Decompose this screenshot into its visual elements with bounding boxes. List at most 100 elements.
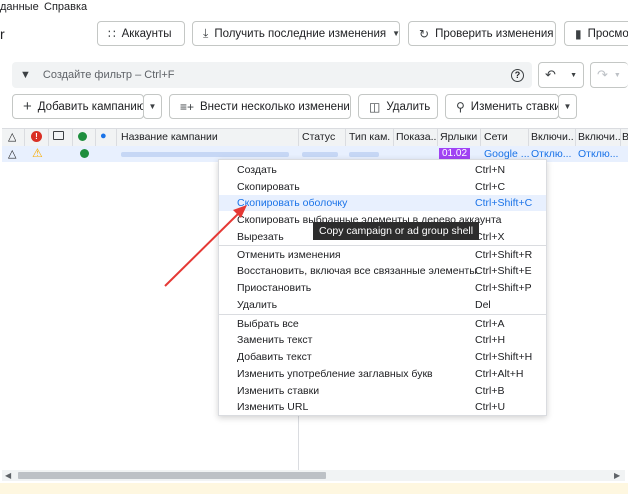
col-enabled-2[interactable]: Включи... [578, 131, 620, 143]
grid-icon: ∷ [108, 26, 116, 41]
accounts-label: Аккаунты [121, 27, 172, 40]
grid-header: △ ! ● Название кампании Статус Тип кам..… [2, 128, 628, 147]
menu-item-label: Добавить текст [237, 351, 312, 363]
menu-help[interactable]: Справка [44, 1, 87, 13]
menu-item-change-url[interactable]: Изменить URL Ctrl+U [219, 399, 546, 415]
menu-item-pause[interactable]: Приостановить Ctrl+Shift+P [219, 280, 546, 296]
menu-item-label: Изменить ставки [237, 385, 320, 397]
chevron-down-icon: ▼ [148, 102, 157, 111]
check-changes-button[interactable]: ↻ Проверить изменения [408, 21, 556, 46]
menu-item-revert[interactable]: Отменить изменения Ctrl+Shift+R [219, 247, 546, 263]
comment-icon[interactable] [53, 131, 64, 140]
status-footer [0, 483, 628, 494]
col-networks[interactable]: Сети [484, 131, 526, 143]
status-dot-icon[interactable] [78, 132, 87, 141]
app-title-fragment: r [0, 26, 5, 42]
triangle-icon[interactable]: △ [8, 147, 16, 160]
chevron-down-icon: ▼ [563, 102, 572, 111]
add-campaign-button[interactable]: + Добавить кампанию [12, 94, 144, 119]
scrollbar-thumb[interactable] [18, 472, 326, 479]
filter-icon: ▼ [20, 69, 31, 81]
plus-icon: + [23, 98, 32, 115]
view-label: Просмо [587, 27, 628, 40]
accounts-button[interactable]: ∷ Аккаунты [97, 21, 185, 46]
menu-item-shortcut: Ctrl+C [475, 181, 506, 193]
menu-separator [219, 245, 546, 246]
add-campaign-dropdown[interactable]: ▼ [143, 94, 162, 119]
view-button[interactable]: ▮ Просмо [564, 21, 628, 46]
menu-item-change-case[interactable]: Изменить употребление заглавных букв Ctr… [219, 366, 546, 382]
menu-item-change-bids[interactable]: Изменить ставки Ctrl+B [219, 383, 546, 399]
delete-button[interactable]: ◫ Удалить [358, 94, 438, 119]
change-bids-button[interactable]: ⚲ Изменить ставки [445, 94, 559, 119]
menu-data[interactable]: данные [0, 1, 39, 13]
delete-label: Удалить [386, 100, 431, 113]
col-overflow[interactable]: В [622, 131, 628, 143]
menu-item-label: Скопировать [237, 181, 300, 193]
redo-icon: ↷ [597, 67, 608, 82]
menu-item-label: Изменить URL [237, 401, 309, 413]
menu-item-copy[interactable]: Скопировать Ctrl+C [219, 179, 546, 195]
add-campaign-label: Добавить кампанию [37, 100, 144, 113]
add-list-icon: ≡+ [180, 99, 195, 114]
col-status[interactable]: Статус [302, 131, 344, 143]
add-multiple-button[interactable]: ≡+ Внести несколько изменений [169, 94, 351, 119]
chevron-down-icon[interactable]: ▼ [614, 72, 621, 79]
menu-item-label: Выбрать все [237, 318, 299, 330]
add-multiple-label: Внести несколько изменений [200, 100, 351, 113]
chevron-down-icon[interactable]: ▼ [392, 29, 399, 38]
lightbulb-icon[interactable]: ● [100, 130, 107, 142]
filter-input[interactable]: Создайте фильтр – Ctrl+F [43, 69, 175, 81]
chevron-down-icon[interactable]: ▼ [570, 72, 577, 79]
menu-item-shortcut: Ctrl+U [475, 401, 506, 413]
scroll-right-icon[interactable]: ▶ [614, 471, 620, 480]
menu-item-append-text[interactable]: Добавить текст Ctrl+Shift+H [219, 349, 546, 365]
type-blurred [349, 152, 379, 157]
menu-item-replace-text[interactable]: Заменить текст Ctrl+H [219, 332, 546, 348]
col-campaign-type[interactable]: Тип кам... [349, 131, 391, 143]
menu-separator [219, 314, 546, 315]
redo-button[interactable]: ↷ ▼ [590, 62, 628, 88]
menu-item-delete[interactable]: Удалить Del [219, 297, 546, 313]
menu-item-shortcut: Ctrl+H [475, 334, 506, 346]
menu-item-select-all[interactable]: Выбрать все Ctrl+A [219, 316, 546, 332]
col-enabled-1[interactable]: Включи... [531, 131, 573, 143]
warning-icon: ⚠ [32, 146, 43, 160]
scroll-left-icon[interactable]: ◀ [5, 471, 11, 480]
col-labels[interactable]: Ярлыки [440, 131, 478, 143]
col-impressions[interactable]: Показа... [396, 131, 436, 143]
menu-item-create[interactable]: Создать Ctrl+N [219, 162, 546, 178]
menu-item-shortcut: Ctrl+Shift+C [475, 197, 533, 209]
help-icon[interactable]: ? [511, 68, 524, 82]
menu-item-restore[interactable]: Восстановить, включая все связанные элем… [219, 263, 546, 279]
menu-item-label: Создать [237, 164, 277, 176]
menu-item-label: Удалить [237, 299, 278, 311]
get-changes-button[interactable]: ⤓ Получить последние изменения ▼ [192, 21, 400, 46]
menu-item-shortcut: Ctrl+A [475, 318, 505, 330]
menu-item-shortcut: Ctrl+Shift+P [475, 282, 532, 294]
status-blurred [302, 152, 338, 157]
menu-item-shortcut: Ctrl+Shift+R [475, 249, 533, 261]
undo-icon: ↶ [545, 67, 556, 82]
undo-button[interactable]: ↶ ▼ [538, 62, 584, 88]
filter-bar[interactable]: ▼ Создайте фильтр – Ctrl+F ? [12, 62, 532, 88]
triangle-icon[interactable]: △ [8, 130, 16, 143]
campaign-name-blurred[interactable] [121, 152, 289, 157]
context-menu: Создать Ctrl+N Скопировать Ctrl+C Скопир… [218, 159, 547, 416]
change-bids-label: Изменить ставки [470, 100, 559, 113]
menu-item-label: Изменить употребление заглавных букв [237, 368, 433, 380]
menu-item-shortcut: Ctrl+B [475, 385, 505, 397]
horizontal-scrollbar[interactable]: ◀ ▶ [2, 470, 625, 481]
menu-item-copy-shell[interactable]: Скопировать оболочку Ctrl+Shift+C [219, 195, 546, 211]
check-changes-label: Проверить изменения [435, 27, 554, 40]
menu-item-label: Восстановить, включая все связанные элем… [237, 265, 477, 277]
bar-chart-icon: ▮ [575, 26, 582, 41]
menu-item-label: Заменить текст [237, 334, 313, 346]
enabled-2-value: Отклю... [578, 148, 619, 160]
col-campaign-name[interactable]: Название кампании [121, 131, 218, 143]
menu-item-shortcut: Ctrl+Shift+E [475, 265, 532, 277]
change-bids-dropdown[interactable]: ▼ [558, 94, 577, 119]
trash-icon: ◫ [369, 99, 381, 114]
error-icon[interactable]: ! [31, 131, 42, 142]
annotation-arrow-icon [164, 205, 247, 287]
